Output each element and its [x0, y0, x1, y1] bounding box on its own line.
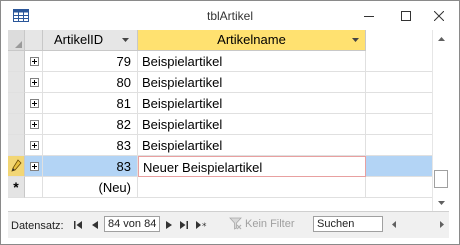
- scroll-right-button[interactable]: [435, 216, 449, 233]
- artikelid-cell[interactable]: 83: [43, 135, 138, 156]
- new-record-row[interactable]: * (Neu): [8, 177, 432, 198]
- filter-label: Kein Filter: [245, 218, 295, 230]
- expand-column-header: [25, 30, 43, 51]
- datasheet-grid: ArtikelID Artikelname 79 Beispielartikel…: [8, 30, 432, 211]
- scrollbar-thumb[interactable]: [434, 170, 448, 188]
- close-button[interactable]: [424, 1, 454, 31]
- artikelname-cell[interactable]: Beispielartikel: [138, 93, 366, 114]
- svg-text:*: *: [202, 222, 207, 230]
- record-label: Datensatz:: [11, 220, 64, 232]
- expand-cell[interactable]: [25, 135, 43, 156]
- first-record-icon: [74, 221, 82, 229]
- table-row[interactable]: 80 Beispielartikel: [8, 72, 432, 93]
- artikelname-cell[interactable]: Beispielartikel: [138, 114, 366, 135]
- dropdown-arrow-icon[interactable]: [122, 38, 129, 42]
- expand-cell[interactable]: [25, 51, 43, 72]
- scroll-down-button[interactable]: [433, 194, 450, 211]
- empty-cell: [366, 72, 432, 93]
- chevron-down-icon: [438, 200, 445, 205]
- record-selector[interactable]: [8, 93, 25, 114]
- pencil-icon: [11, 159, 22, 172]
- next-record-button[interactable]: [163, 218, 175, 232]
- record-selector[interactable]: [8, 156, 25, 177]
- previous-record-button[interactable]: [89, 218, 101, 232]
- expand-plus-icon[interactable]: [30, 99, 39, 108]
- artikelname-edit-cell[interactable]: Neuer Beispielartikel: [138, 156, 366, 177]
- expand-plus-icon[interactable]: [30, 57, 39, 66]
- empty-cell: [366, 177, 432, 198]
- artikelname-cell[interactable]: Beispielartikel: [138, 72, 366, 93]
- expand-plus-icon[interactable]: [30, 162, 39, 171]
- title-bar: tblArtikel: [1, 1, 459, 31]
- maximize-button[interactable]: [391, 1, 421, 31]
- expand-cell[interactable]: [25, 72, 43, 93]
- artikelid-cell[interactable]: 81: [43, 93, 138, 114]
- horizontal-scrollbar[interactable]: [387, 216, 449, 233]
- artikelname-cell[interactable]: Beispielartikel: [138, 51, 366, 72]
- filter-toggle[interactable]: Kein Filter: [226, 216, 312, 232]
- expand-cell[interactable]: [25, 114, 43, 135]
- expand-plus-icon[interactable]: [30, 120, 39, 129]
- minimize-button[interactable]: [354, 1, 384, 31]
- artikelname-cell[interactable]: Beispielartikel: [138, 135, 366, 156]
- next-record-icon: [166, 221, 172, 229]
- record-selector[interactable]: [8, 72, 25, 93]
- expand-cell[interactable]: [25, 93, 43, 114]
- empty-cell: [366, 135, 432, 156]
- artikelid-cell[interactable]: 83: [43, 156, 138, 177]
- empty-cell: [366, 156, 432, 177]
- artikelid-cell[interactable]: 79: [43, 51, 138, 72]
- table-row[interactable]: 79 Beispielartikel: [8, 51, 432, 72]
- search-input[interactable]: Suchen: [313, 216, 383, 232]
- table-row[interactable]: 81 Beispielartikel: [8, 93, 432, 114]
- last-record-button[interactable]: [178, 218, 190, 232]
- scroll-up-button[interactable]: [433, 30, 450, 47]
- record-selector[interactable]: [8, 51, 25, 72]
- corner-triangle-icon: [15, 41, 22, 48]
- column-header-artikelname[interactable]: Artikelname: [138, 30, 366, 51]
- empty-cell: [366, 114, 432, 135]
- artikelid-cell[interactable]: 82: [43, 114, 138, 135]
- column-header-artikelid[interactable]: ArtikelID: [43, 30, 138, 51]
- record-selector[interactable]: [8, 135, 25, 156]
- expand-plus-icon[interactable]: [30, 141, 39, 150]
- artikelid-cell[interactable]: 80: [43, 72, 138, 93]
- column-header-label: ArtikelID: [54, 32, 104, 47]
- expand-cell[interactable]: [25, 156, 43, 177]
- new-record-icon: *: [196, 220, 207, 230]
- expand-cell: [25, 177, 43, 198]
- close-icon: [434, 11, 444, 21]
- record-selector[interactable]: [8, 114, 25, 135]
- last-record-icon: [180, 221, 188, 229]
- chevron-left-icon: [392, 221, 396, 228]
- new-record-name-cell[interactable]: [138, 177, 366, 198]
- empty-cell: [366, 93, 432, 114]
- table-row[interactable]: 83 Beispielartikel: [8, 135, 432, 156]
- table-row-current[interactable]: 83 Neuer Beispielartikel: [8, 156, 432, 177]
- previous-record-icon: [92, 221, 98, 229]
- table-row[interactable]: 82 Beispielartikel: [8, 114, 432, 135]
- maximize-icon: [401, 11, 411, 21]
- vertical-scrollbar[interactable]: [432, 30, 450, 211]
- record-navigation-bar: Datensatz: 84 von 84 * Kein Filter Suche…: [8, 211, 449, 238]
- scroll-left-button[interactable]: [387, 216, 401, 233]
- chevron-right-icon: [440, 221, 444, 228]
- new-record-id-cell[interactable]: (Neu): [43, 177, 138, 198]
- expand-plus-icon[interactable]: [30, 78, 39, 87]
- first-record-button[interactable]: [72, 218, 84, 232]
- dropdown-arrow-icon[interactable]: [352, 38, 359, 42]
- select-all-corner[interactable]: [8, 30, 25, 51]
- column-header-label: Artikelname: [217, 32, 286, 47]
- new-record-button[interactable]: *: [196, 218, 208, 232]
- minimize-icon: [364, 16, 374, 17]
- new-record-marker[interactable]: *: [8, 177, 25, 198]
- filter-icon: [229, 217, 242, 230]
- chevron-up-icon: [438, 36, 445, 41]
- empty-cell: [366, 51, 432, 72]
- current-record-field[interactable]: 84 von 84: [104, 216, 160, 232]
